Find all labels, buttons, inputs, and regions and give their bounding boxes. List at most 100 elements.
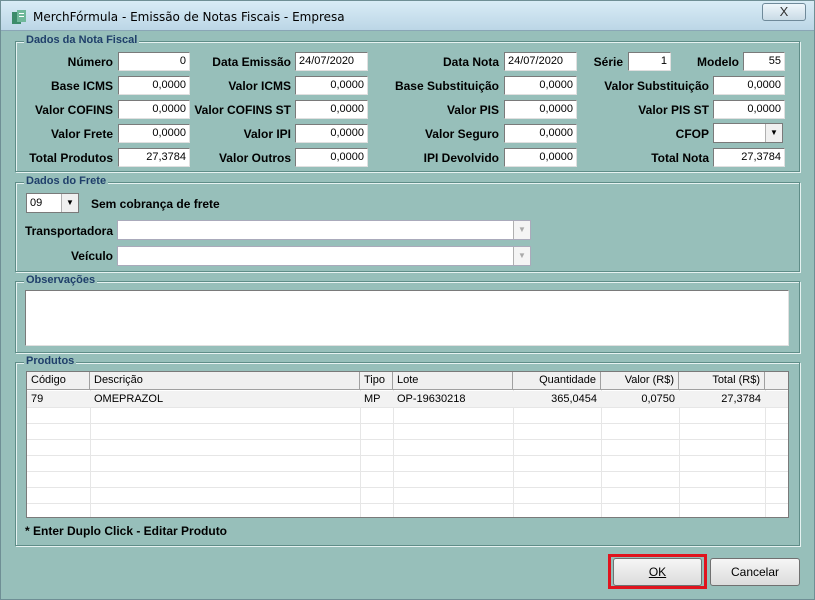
- grid-line: [679, 390, 680, 517]
- column-header-descricao[interactable]: Descrição: [90, 372, 360, 390]
- grid-line: [27, 439, 788, 440]
- grid-line: [90, 390, 91, 517]
- cfop-label: CFOP: [675, 127, 709, 141]
- valor-substituicao-label: Valor Substituição: [604, 79, 709, 93]
- frete-legend: Dados do Frete: [24, 175, 109, 187]
- window-title: MerchFórmula - Emissão de Notas Fiscais …: [33, 10, 345, 24]
- cancelar-button-label: Cancelar: [730, 565, 780, 579]
- numero-field[interactable]: 0: [118, 52, 190, 71]
- chevron-down-icon[interactable]: ▼: [513, 247, 530, 265]
- ipi-devolvido-field[interactable]: 0,0000: [504, 148, 577, 167]
- app-icon: [12, 10, 26, 24]
- serie-label: Série: [593, 55, 623, 69]
- base-substituicao-label: Base Substituição: [394, 79, 499, 93]
- column-header-quantidade[interactable]: Quantidade: [513, 372, 601, 390]
- total-produtos-field[interactable]: 27,3784: [118, 148, 190, 167]
- total-nota-label: Total Nota: [651, 151, 709, 165]
- main-window: MerchFórmula - Emissão de Notas Fiscais …: [0, 0, 815, 600]
- veiculo-select[interactable]: ▼: [117, 246, 531, 266]
- valor-icms-label: Valor ICMS: [228, 79, 291, 93]
- valor-frete-label: Valor Frete: [50, 127, 113, 141]
- base-icms-label: Base ICMS: [50, 79, 113, 93]
- modalidade-frete-value: 09: [30, 197, 43, 209]
- grid-line: [360, 390, 361, 517]
- ok-button[interactable]: OK: [613, 558, 702, 586]
- cell-lote: OP-19630218: [397, 393, 466, 405]
- valor-cofins-field[interactable]: 0,0000: [118, 100, 190, 119]
- column-header-lote[interactable]: Lote: [393, 372, 513, 390]
- valor-pis-st-label: Valor PIS ST: [638, 103, 709, 117]
- observacoes-textarea[interactable]: [25, 290, 789, 346]
- data-emissao-label: Data Emissão: [212, 55, 291, 69]
- cell-quantidade: 365,0454: [551, 393, 597, 405]
- valor-outros-field[interactable]: 0,0000: [295, 148, 368, 167]
- observacoes-legend: Observações: [24, 274, 98, 286]
- grid-line: [765, 390, 766, 517]
- valor-cofins-st-label: Valor COFINS ST: [194, 103, 291, 117]
- valor-frete-field[interactable]: 0,0000: [118, 124, 190, 143]
- grid-line: [513, 390, 514, 517]
- valor-substituicao-field[interactable]: 0,0000: [713, 76, 785, 95]
- data-nota-label: Data Nota: [442, 55, 499, 69]
- data-emissao-field[interactable]: 24/07/2020: [295, 52, 368, 71]
- valor-icms-field[interactable]: 0,0000: [295, 76, 368, 95]
- cell-total: 27,3784: [721, 393, 761, 405]
- grid-line: [27, 503, 788, 504]
- valor-outros-label: Valor Outros: [218, 151, 291, 165]
- produtos-legend: Produtos: [24, 355, 77, 367]
- cfop-select[interactable]: ▼: [713, 123, 783, 143]
- grid-line: [27, 423, 788, 424]
- cancelar-button[interactable]: Cancelar: [710, 558, 800, 586]
- modelo-field[interactable]: 55: [743, 52, 785, 71]
- column-header-tipo[interactable]: Tipo: [360, 372, 393, 390]
- chevron-down-icon[interactable]: ▼: [765, 124, 782, 142]
- valor-pis-label: Valor PIS: [446, 103, 499, 117]
- grid-line: [601, 390, 602, 517]
- close-icon: X: [779, 4, 789, 19]
- title-bar[interactable]: MerchFórmula - Emissão de Notas Fiscais …: [1, 1, 814, 31]
- produtos-hint: * Enter Duplo Click - Editar Produto: [25, 524, 228, 538]
- ipi-devolvido-label: IPI Devolvido: [423, 151, 499, 165]
- close-button[interactable]: X: [762, 3, 806, 21]
- numero-label: Número: [67, 55, 113, 69]
- base-substituicao-field[interactable]: 0,0000: [504, 76, 577, 95]
- ok-button-label: OK: [648, 565, 667, 579]
- chevron-down-icon[interactable]: ▼: [61, 194, 78, 212]
- base-icms-field[interactable]: 0,0000: [118, 76, 190, 95]
- data-nota-field[interactable]: 24/07/2020: [504, 52, 577, 71]
- valor-seguro-label: Valor Seguro: [424, 127, 499, 141]
- modalidade-frete-desc: Sem cobrança de frete: [91, 197, 220, 211]
- transportadora-select[interactable]: ▼: [117, 220, 531, 240]
- grid-line: [27, 407, 788, 408]
- grid-line: [27, 487, 788, 488]
- cell-tipo: MP: [364, 393, 381, 405]
- chevron-down-icon[interactable]: ▼: [513, 221, 530, 239]
- cell-codigo: 79: [31, 393, 44, 405]
- transportadora-label: Transportadora: [24, 224, 113, 238]
- modalidade-frete-select[interactable]: 09 ▼: [26, 193, 79, 213]
- valor-pis-st-field[interactable]: 0,0000: [713, 100, 785, 119]
- valor-seguro-field[interactable]: 0,0000: [504, 124, 577, 143]
- total-produtos-label: Total Produtos: [29, 151, 113, 165]
- cell-valor: 0,0750: [641, 393, 675, 405]
- cell-descricao: OMEPRAZOL: [94, 393, 164, 405]
- valor-ipi-field[interactable]: 0,0000: [295, 124, 368, 143]
- grid-line: [27, 471, 788, 472]
- column-header-total[interactable]: Total (R$): [679, 372, 765, 390]
- column-header-valor[interactable]: Valor (R$): [601, 372, 679, 390]
- valor-cofins-label: Valor COFINS: [34, 103, 113, 117]
- serie-field[interactable]: 1: [628, 52, 671, 71]
- column-header-codigo[interactable]: Código: [27, 372, 90, 390]
- produtos-table[interactable]: Código Descrição Tipo Lote Quantidade Va…: [26, 371, 789, 518]
- valor-ipi-label: Valor IPI: [243, 127, 291, 141]
- veiculo-label: Veículo: [70, 249, 113, 263]
- total-nota-field[interactable]: 27,3784: [713, 148, 785, 167]
- column-header-filler: [765, 372, 788, 390]
- nota-fiscal-legend: Dados da Nota Fiscal: [24, 34, 140, 46]
- modelo-label: Modelo: [697, 55, 739, 69]
- table-row[interactable]: 79 OMEPRAZOL MP OP-19630218 365,0454 0,0…: [27, 391, 788, 407]
- grid-line: [393, 390, 394, 517]
- valor-cofins-st-field[interactable]: 0,0000: [295, 100, 368, 119]
- grid-line: [27, 455, 788, 456]
- valor-pis-field[interactable]: 0,0000: [504, 100, 577, 119]
